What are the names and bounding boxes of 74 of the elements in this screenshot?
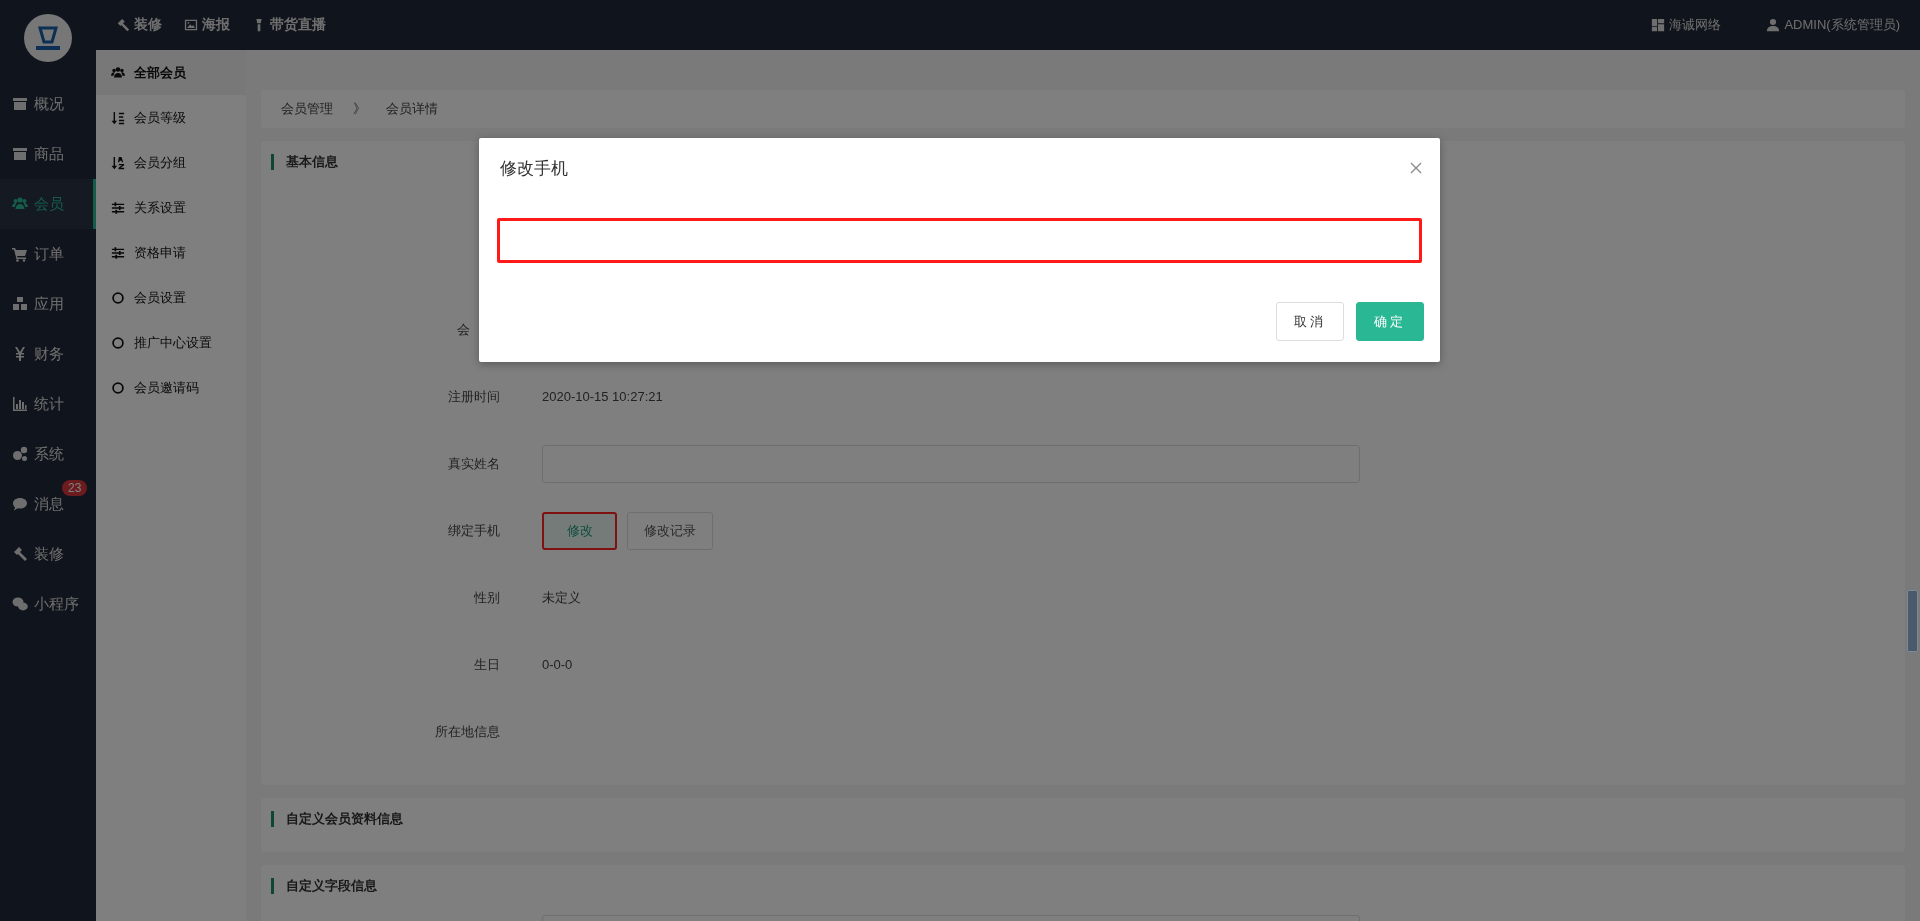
history-button[interactable]: 修改记录 (627, 511, 713, 550)
field-label: 绑定手机 (447, 521, 500, 540)
image-icon (184, 18, 198, 32)
hammer-icon (116, 18, 130, 32)
sidebar-item[interactable]: 装修 (0, 529, 96, 579)
sliders-icon (111, 200, 125, 215)
hammer-icon (12, 546, 28, 562)
field-label: 真实姓名 (447, 454, 500, 473)
section-title: 自定义会员资料信息 (286, 810, 403, 828)
phone-input-field[interactable] (497, 218, 1422, 263)
circle-icon (111, 290, 125, 305)
sidebar-item[interactable]: 财务 (0, 329, 96, 379)
top-nav-item[interactable]: ADMIN(系统管理员) (1766, 16, 1900, 34)
submenu-item[interactable]: 资格申请 (96, 230, 246, 275)
field-label: 所在地信息 (434, 722, 500, 741)
edit-button[interactable]: 修改 (542, 511, 617, 550)
section-marker (271, 811, 274, 827)
submenu-item[interactable]: 会员邀请码 (96, 365, 246, 410)
box-icon (12, 96, 28, 112)
submenu-item[interactable]: 会员等级 (96, 95, 246, 140)
sliders-icon (111, 245, 125, 260)
submenu-item[interactable]: 全部会员 (96, 50, 246, 95)
sidebar-item[interactable]: 商品 (0, 129, 96, 179)
section-marker (271, 154, 274, 170)
field-value: 未定义 (542, 588, 582, 607)
top-nav-item[interactable]: 装修 (116, 16, 162, 34)
yen-icon (12, 346, 28, 362)
box-icon (12, 146, 28, 162)
users-icon (12, 196, 28, 212)
cubes-icon (12, 296, 28, 312)
circle-icon (111, 380, 125, 395)
sidebar-item[interactable]: 系统 (0, 429, 96, 479)
cancel-button[interactable]: 取消 (1276, 302, 1344, 341)
sidebar-item[interactable]: 会员 (0, 179, 96, 229)
section-title: 基本信息 (286, 153, 338, 171)
side-handle-icon[interactable] (1907, 590, 1918, 652)
breadcrumb-item[interactable]: 》 (353, 100, 366, 118)
confirm-button[interactable]: 确定 (1356, 302, 1424, 341)
sort-num-icon (111, 110, 125, 125)
sidebar-item[interactable]: 统计 (0, 379, 96, 429)
submenu-item[interactable]: 推广中心设置 (96, 320, 246, 365)
field-label: 性别 (473, 588, 500, 607)
comment-icon (12, 496, 28, 512)
section-title: 自定义字段信息 (286, 877, 377, 895)
submenu-item[interactable]: 会员设置 (96, 275, 246, 320)
sidebar-item[interactable]: 应用 (0, 279, 96, 329)
count-badge: 23 (62, 480, 88, 496)
circle-icon (111, 335, 125, 350)
dialog-title: 修改手机 (500, 157, 568, 180)
user-icon (1766, 18, 1781, 32)
top-nav-item[interactable]: 海诚网络 (1651, 16, 1722, 34)
top-nav-item[interactable]: 带货直播 (252, 16, 326, 34)
field-value: 2020-10-15 10:27:21 (542, 389, 664, 404)
sidebar-item[interactable]: 订单 (0, 229, 96, 279)
field-label: 会 (456, 320, 471, 339)
field-label: 生日 (473, 655, 500, 674)
sidebar-item[interactable]: 消息 23 (0, 479, 96, 529)
submenu-item[interactable]: 会员分组 (96, 140, 246, 185)
field-value: 0-0-0 (542, 657, 574, 672)
grid-icon (1651, 18, 1666, 32)
cart-icon (12, 246, 28, 262)
field-label: 注册时间 (447, 387, 500, 406)
logo-drawing (24, 14, 72, 62)
section-marker (271, 878, 274, 894)
top-nav-item[interactable]: 海报 (184, 16, 230, 34)
submenu-item[interactable]: 关系设置 (96, 185, 246, 230)
close-icon[interactable] (1410, 162, 1422, 174)
breadcrumb-item[interactable]: 会员管理 (281, 100, 333, 118)
sidebar-item[interactable]: 概况 (0, 79, 96, 129)
sidebar-item[interactable]: 小程序 (0, 579, 96, 629)
breadcrumb-item[interactable]: 会员详情 (386, 100, 438, 118)
chart-icon (12, 396, 28, 412)
sort-alpha-icon (111, 155, 125, 170)
users-icon (111, 65, 125, 80)
